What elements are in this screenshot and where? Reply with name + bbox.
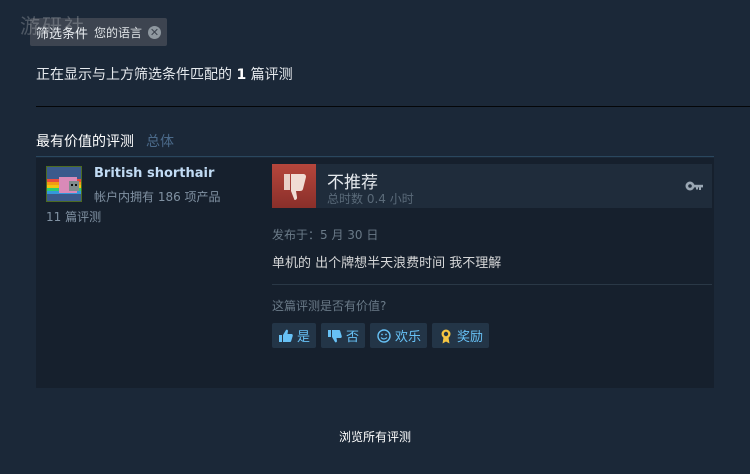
filter-summary-suffix: 篇评测 — [250, 67, 293, 83]
vote-yes-label: 是 — [297, 330, 311, 345]
language-filter-chip[interactable]: 您的语言 — [94, 24, 142, 41]
vote-no-label: 否 — [346, 330, 360, 345]
tab-overall[interactable]: 总体 — [146, 131, 174, 151]
key-icon — [684, 178, 704, 194]
filter-bar: 筛选条件 您的语言 ✕ — [30, 18, 168, 46]
filter-label: 筛选条件 — [36, 26, 89, 42]
browse-all-reviews-link[interactable]: 浏览所有评测 — [0, 428, 750, 445]
review-divider — [272, 284, 712, 285]
avatar-image — [47, 167, 81, 201]
smiley-icon — [377, 328, 391, 343]
review-verdict-bar[interactable]: 不推荐 总时数 0.4 小时 — [272, 164, 712, 208]
vote-yes-button[interactable]: 是 — [272, 323, 317, 348]
thumbs-down-icon — [328, 329, 342, 342]
thumbs-down-icon — [272, 164, 316, 208]
author-reviews-count[interactable]: 11 篇评测 — [46, 208, 101, 225]
section-divider — [36, 156, 714, 157]
playtime-hours: 总时数 0.4 小时 — [327, 192, 414, 206]
review-card: British shorthair 帐户内拥有 186 项产品 11 篇评测 不… — [36, 158, 714, 388]
divider — [36, 106, 750, 107]
reviews-page: 筛选条件 您的语言 ✕ 游研社 正在显示与上方筛选条件匹配的 1 篇评测 最有价… — [0, 0, 750, 474]
vote-no-button[interactable]: 否 — [321, 323, 366, 348]
section-tabs: 最有价值的评测 总体 — [36, 131, 174, 151]
tab-most-helpful[interactable]: 最有价值的评测 — [36, 131, 134, 151]
award-label: 奖励 — [457, 330, 484, 345]
author-products-count[interactable]: 帐户内拥有 186 项产品 — [94, 188, 221, 205]
helpful-question: 这篇评测是否有价值? — [272, 299, 387, 313]
thumbs-up-icon — [279, 329, 293, 342]
review-text: 单机的 出个牌想半天浪费时间 我不理解 — [272, 256, 502, 271]
author-name[interactable]: British shorthair — [94, 166, 214, 181]
vote-buttons: 是 否 欢乐 奖励 — [272, 323, 490, 348]
vote-funny-label: 欢乐 — [395, 330, 422, 345]
award-button[interactable]: 奖励 — [432, 323, 490, 348]
filter-summary-prefix: 正在显示与上方筛选条件匹配的 — [36, 67, 232, 83]
filter-summary: 正在显示与上方筛选条件匹配的 1 篇评测 — [36, 64, 293, 84]
filter-summary-count: 1 — [236, 67, 247, 83]
vote-funny-button[interactable]: 欢乐 — [370, 323, 428, 348]
posted-date: 发布于：5 月 30 日 — [272, 228, 379, 242]
close-icon[interactable]: ✕ — [148, 25, 162, 39]
award-icon — [441, 329, 451, 343]
avatar[interactable] — [46, 166, 82, 202]
